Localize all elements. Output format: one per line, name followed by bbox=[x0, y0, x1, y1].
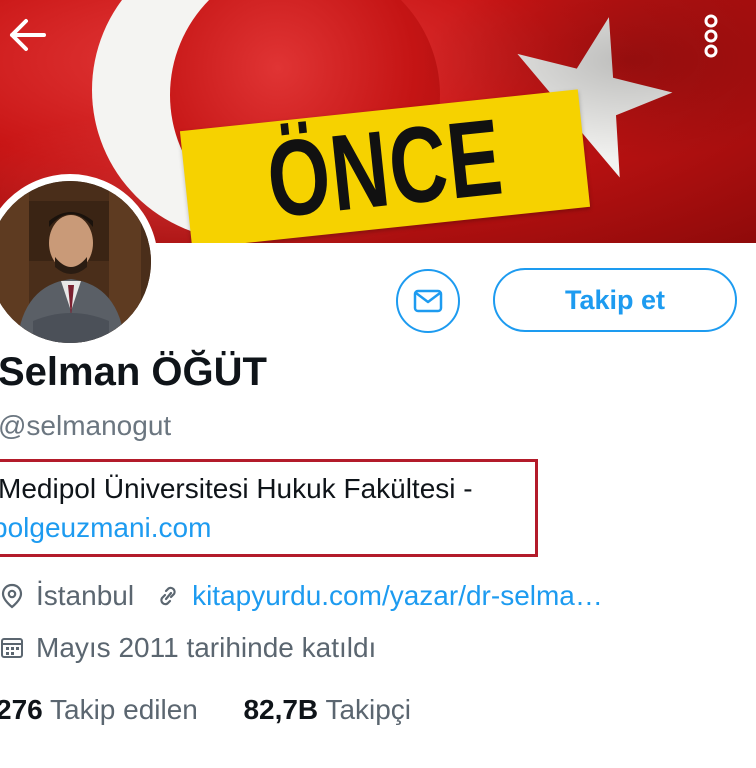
stamp-text: ÖNCE bbox=[261, 96, 509, 241]
calendar-icon bbox=[1, 638, 23, 658]
followers-label: Takipçi bbox=[325, 694, 412, 725]
person-silhouette bbox=[0, 181, 151, 343]
message-button[interactable] bbox=[396, 269, 460, 333]
arrow-left-icon bbox=[10, 19, 46, 51]
joined-row: Mayıs 2011 tarihinde katıldı bbox=[0, 630, 376, 666]
location-pin-icon bbox=[1, 583, 23, 609]
more-options-button[interactable] bbox=[694, 12, 728, 60]
followers-count: 82,7B bbox=[243, 694, 319, 725]
following-stat[interactable]: 276 Takip edilen bbox=[0, 694, 198, 725]
followers-stat[interactable]: 82,7B Takipçi bbox=[243, 694, 411, 725]
follow-button[interactable]: Takip et bbox=[493, 268, 737, 332]
more-vertical-icon bbox=[704, 14, 718, 58]
location-text: İstanbul bbox=[36, 580, 135, 611]
follow-stats: 276 Takip edilen 82,7B Takipçi bbox=[0, 694, 411, 726]
bio-text: Medipol Üniversitesi Hukuk Fakültesi - bbox=[0, 473, 473, 504]
joined-date: Mayıs 2011 tarihinde katıldı bbox=[36, 632, 377, 663]
following-label: Takip edilen bbox=[50, 694, 198, 725]
profile-photo bbox=[0, 181, 151, 343]
profile-meta-row: İstanbul kitapyurdu.com/yazar/dr-selma… bbox=[0, 578, 603, 614]
website-link[interactable]: kitapyurdu.com/yazar/dr-selma… bbox=[192, 580, 603, 612]
following-count: 276 bbox=[0, 694, 43, 725]
back-button[interactable] bbox=[6, 15, 50, 55]
username-handle: @selmanogut bbox=[0, 410, 172, 441]
link-icon bbox=[160, 586, 176, 606]
display-name: Selman ÖĞÜT bbox=[0, 350, 267, 394]
envelope-icon bbox=[413, 289, 443, 313]
bio-link[interactable]: bolgeuzmani.com bbox=[0, 512, 211, 544]
